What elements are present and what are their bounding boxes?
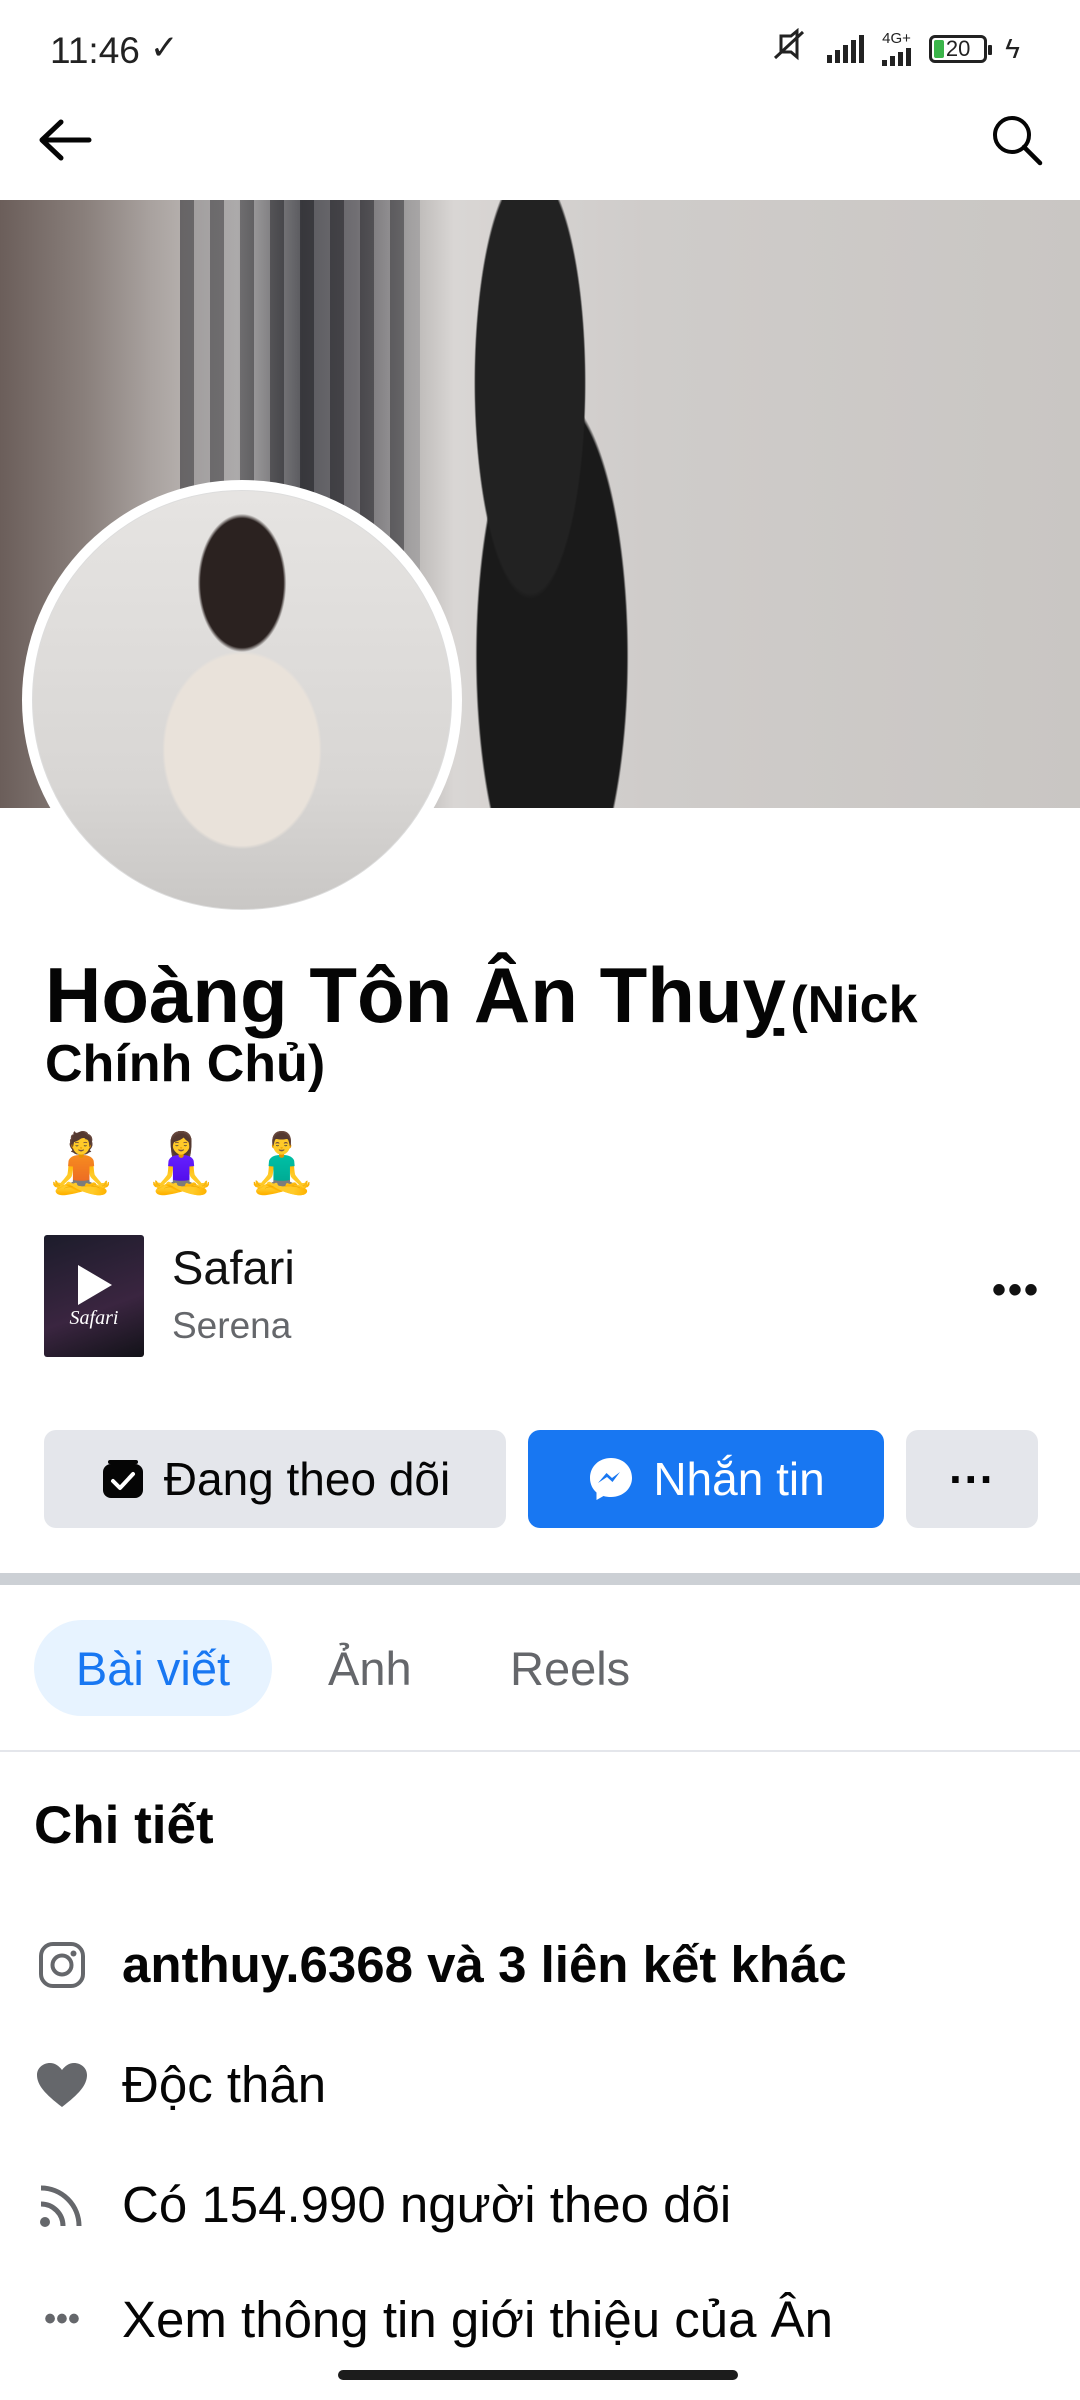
instagram-icon: [34, 1937, 90, 1993]
detail-row-followers[interactable]: Có 154.990 người theo dõi: [34, 2175, 731, 2234]
avatar-image: [32, 490, 452, 910]
details-heading: Chi tiết: [34, 1796, 214, 1855]
section-divider: [0, 1573, 1080, 1585]
status-time: 11:46: [50, 30, 140, 71]
album-art-text: Safari: [69, 1306, 119, 1329]
arrow-left-icon: [39, 119, 92, 161]
more-dots-icon: ···: [949, 1453, 995, 1505]
charging-icon: ϟ: [1005, 32, 1020, 64]
music-more-button[interactable]: •••: [992, 1268, 1040, 1313]
follower-count: Có 154.990 người theo dõi: [122, 2176, 732, 2233]
profile-bio-emojis: 🧘 🧘‍♀️ 🧘‍♂️: [45, 1131, 324, 1196]
followed-check-icon: [100, 1456, 146, 1502]
search-button[interactable]: [982, 105, 1052, 175]
message-label: Nhắn tin: [653, 1453, 825, 1505]
more-actions-button[interactable]: ···: [906, 1430, 1038, 1528]
home-indicator[interactable]: [338, 2370, 738, 2380]
following-button[interactable]: Đang theo dõi: [44, 1430, 506, 1528]
instagram-links: anthuy.6368 và 3 liên kết khác: [122, 1936, 847, 1993]
relationship-status: Độc thân: [122, 2056, 327, 2113]
tab-photos[interactable]: Ảnh: [328, 1620, 412, 1716]
back-button[interactable]: [30, 105, 100, 175]
heart-icon: [34, 2057, 90, 2113]
battery-icon: 20: [929, 34, 993, 63]
network-indicator: 4G+: [882, 30, 912, 66]
album-art-content: Safari: [69, 1263, 119, 1330]
signal-icon: [827, 34, 865, 63]
profile-name-block: Hoàng Tôn Ân Thuỵ (Nick Chính Chủ): [45, 954, 1045, 1091]
signal-icon-2: [882, 46, 912, 66]
music-album-art[interactable]: Safari: [44, 1235, 144, 1357]
tabs-divider: [0, 1750, 1080, 1752]
detail-row-relationship: Độc thân: [34, 2055, 326, 2114]
status-icons: 4G+ 20 ϟ: [769, 27, 1020, 69]
rss-icon: [34, 2177, 90, 2233]
detail-row-instagram[interactable]: anthuy.6368 và 3 liên kết khác: [34, 1935, 847, 1994]
profile-avatar[interactable]: [22, 480, 462, 920]
messenger-icon: [587, 1455, 635, 1503]
following-label: Đang theo dõi: [163, 1453, 451, 1505]
search-icon: [993, 116, 1043, 166]
tab-posts[interactable]: Bài viết: [34, 1620, 272, 1716]
battery-level: 20: [945, 35, 971, 61]
message-button[interactable]: Nhắn tin: [528, 1430, 884, 1528]
music-artist: Serena: [172, 1305, 292, 1346]
play-icon: [78, 1264, 112, 1305]
see-about-info: Xem thông tin giới thiệu của Ân: [122, 2291, 834, 2348]
mute-icon: [769, 27, 809, 69]
detail-row-about[interactable]: ••• Xem thông tin giới thiệu của Ân: [34, 2290, 833, 2349]
profile-name: Hoàng Tôn Ân Thuỵ: [45, 951, 786, 1039]
location-check-icon: ✓: [150, 29, 179, 67]
more-dots-icon: •••: [44, 2300, 80, 2338]
tab-reels[interactable]: Reels: [510, 1620, 630, 1716]
music-title[interactable]: Safari: [172, 1240, 295, 1295]
network-label: 4G+: [882, 30, 911, 47]
